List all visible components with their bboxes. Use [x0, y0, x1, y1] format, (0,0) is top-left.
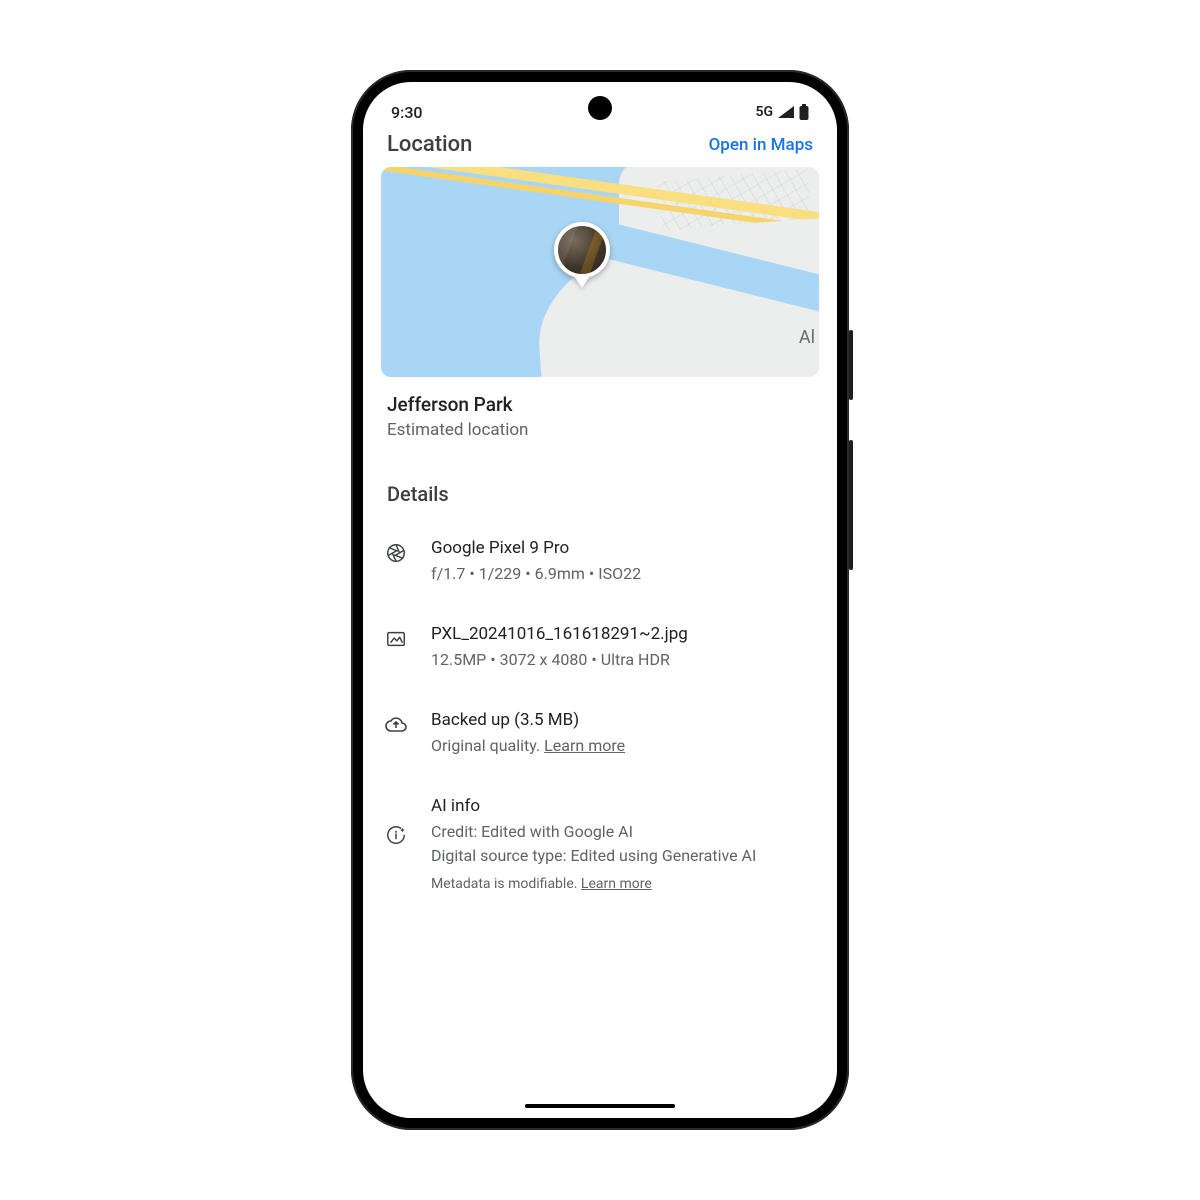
file-name: PXL_20241016_161618291~2.jpg [431, 624, 813, 644]
front-camera [588, 96, 612, 120]
section-header: Location Open in Maps [363, 126, 837, 167]
ai-metadata-note: Metadata is modifiable. [431, 876, 581, 892]
cloud-backup-icon [381, 710, 411, 758]
map-label-fragment: Al [799, 327, 815, 348]
details-heading: Details [363, 470, 837, 524]
image-file-icon [381, 624, 411, 672]
gesture-handle[interactable] [525, 1104, 675, 1108]
phone-frame: 9:30 5G Location Open in Maps [351, 70, 849, 1130]
detail-row-camera: Google Pixel 9 Pro f/1.7 • 1/229 • 6.9mm… [381, 524, 819, 610]
signal-icon [777, 105, 795, 119]
map-preview[interactable]: Al [381, 167, 819, 377]
camera-device: Google Pixel 9 Pro [431, 538, 813, 558]
volume-button [849, 440, 853, 570]
battery-icon [799, 104, 809, 120]
backup-title: Backed up (3.5 MB) [431, 710, 813, 730]
section-title: Location [387, 132, 472, 157]
file-meta: 12.5MP • 3072 x 4080 • Ultra HDR [431, 648, 813, 672]
ai-title: AI info [431, 796, 813, 816]
backup-quality: Original quality. [431, 736, 544, 755]
detail-row-file: PXL_20241016_161618291~2.jpg 12.5MP • 30… [381, 610, 819, 696]
open-in-maps-link[interactable]: Open in Maps [709, 135, 813, 155]
ai-info-icon [381, 796, 411, 892]
place-subtext: Estimated location [387, 420, 813, 440]
status-time: 9:30 [391, 103, 423, 122]
ai-learn-more-link[interactable]: Learn more [581, 876, 652, 892]
detail-row-backup: Backed up (3.5 MB) Original quality. Lea… [381, 696, 819, 782]
photo-thumbnail [554, 222, 610, 278]
place-name: Jefferson Park [387, 393, 813, 416]
power-button [849, 330, 853, 400]
aperture-icon [381, 538, 411, 586]
place-block: Jefferson Park Estimated location [363, 377, 837, 470]
ai-credit: Credit: Edited with Google AI [431, 820, 813, 844]
status-network-label: 5G [755, 104, 773, 120]
screen: 9:30 5G Location Open in Maps [363, 82, 837, 1118]
camera-specs: f/1.7 • 1/229 • 6.9mm • ISO22 [431, 562, 813, 586]
detail-row-ai: AI info Credit: Edited with Google AI Di… [381, 782, 819, 916]
map-photo-pin[interactable] [554, 222, 610, 288]
backup-learn-more-link[interactable]: Learn more [544, 736, 625, 755]
ai-source: Digital source type: Edited using Genera… [431, 844, 813, 868]
